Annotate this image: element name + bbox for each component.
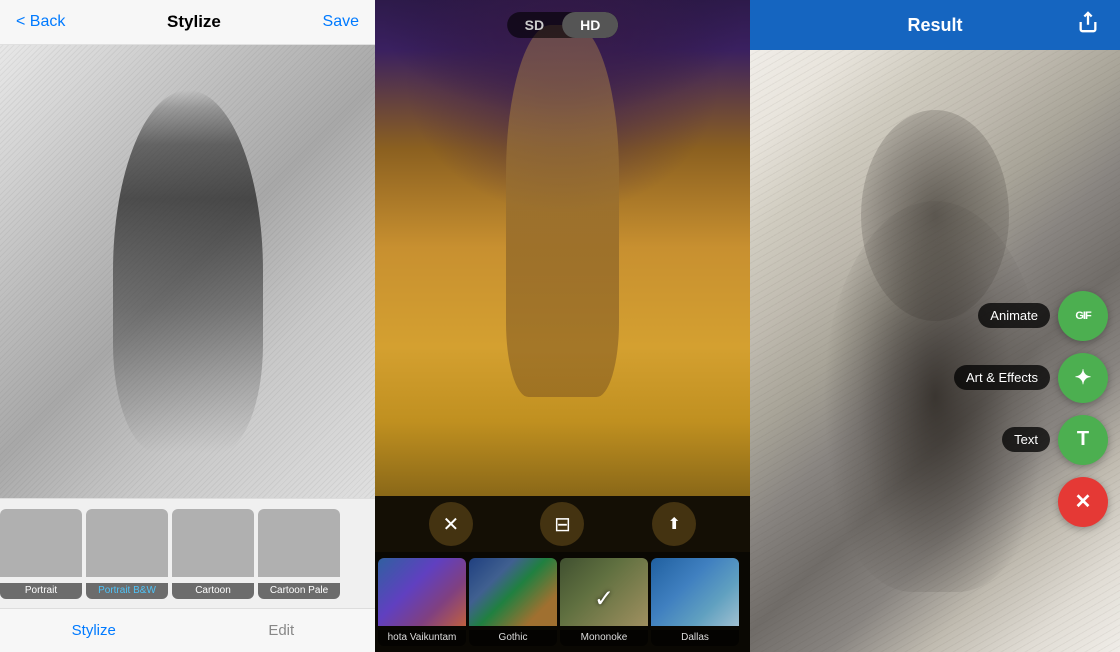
art-filter-mononoke-label: Mononoke: [560, 630, 648, 646]
filter-cartoon-pale[interactable]: Cartoon Pale: [258, 509, 340, 599]
text-button[interactable]: T: [1058, 415, 1108, 465]
animate-button[interactable]: GIF: [1058, 291, 1108, 341]
result-title: Result: [798, 15, 1072, 36]
tab-stylize[interactable]: Stylize: [0, 609, 188, 652]
art-effects-button[interactable]: ✦: [1058, 353, 1108, 403]
result-share-button[interactable]: [1072, 9, 1104, 41]
art-filter-panel: SD HD ✕ ⊟ ⬆ hota Vaikuntam Gothic ✓ Mono…: [375, 0, 750, 652]
sketch-preview: [0, 45, 375, 498]
art-filter-gothic-label: Gothic: [469, 630, 557, 646]
text-icon: T: [1077, 428, 1089, 451]
filter-cartoon-pale-label: Cartoon Pale: [258, 583, 340, 599]
fab-container: Animate GIF Art & Effects ✦ Text T ✕: [954, 291, 1108, 527]
filter-portrait-bw-label: Portrait B&W: [86, 583, 168, 599]
filter-cartoon[interactable]: Cartoon: [172, 509, 254, 599]
back-button[interactable]: < Back: [16, 13, 65, 31]
share-icon: [1077, 11, 1099, 39]
selected-checkmark: ✓: [594, 585, 614, 614]
quality-sd[interactable]: SD: [507, 12, 562, 38]
text-label: Text: [1002, 427, 1050, 452]
close-icon: ✕: [1075, 489, 1092, 514]
filter-cartoon-label: Cartoon: [172, 583, 254, 599]
tab-edit[interactable]: Edit: [188, 609, 376, 652]
share-icon: ⬆: [667, 514, 680, 534]
art-action-bar: ✕ ⊟ ⬆: [375, 496, 750, 552]
close-button[interactable]: ✕: [429, 502, 473, 546]
fab-animate-item: Animate GIF: [954, 291, 1108, 341]
art-filter-mononoke[interactable]: ✓ Mononoke: [560, 558, 648, 646]
gif-icon: GIF: [1075, 310, 1090, 322]
top-bar: < Back Stylize Save: [0, 0, 375, 45]
art-effects-label: Art & Effects: [954, 365, 1050, 390]
animate-label: Animate: [978, 303, 1050, 328]
quality-bar: SD HD: [507, 12, 619, 38]
sliders-icon: ⊟: [554, 512, 571, 537]
sparkle-icon: ✦: [1075, 365, 1092, 390]
art-preview: SD HD: [375, 0, 750, 496]
art-filter-vaikuntam-label: hota Vaikuntam: [378, 630, 466, 646]
result-panel: Result Animate GIF: [750, 0, 1120, 652]
filter-portrait-bw[interactable]: Portrait B&W: [86, 509, 168, 599]
sliders-button[interactable]: ⊟: [540, 502, 584, 546]
art-filter-gothic[interactable]: Gothic: [469, 558, 557, 646]
quality-hd[interactable]: HD: [562, 12, 618, 38]
art-filter-scroll: hota Vaikuntam Gothic ✓ Mononoke Dallas: [375, 552, 750, 652]
fab-art-effects-item: Art & Effects ✦: [954, 353, 1108, 403]
fab-close-item: ✕: [954, 477, 1108, 527]
fab-text-item: Text T: [954, 415, 1108, 465]
bottom-tabs: Stylize Edit: [0, 608, 375, 652]
result-image-area: Animate GIF Art & Effects ✦ Text T ✕: [750, 50, 1120, 652]
close-fab-button[interactable]: ✕: [1058, 477, 1108, 527]
filter-portrait[interactable]: Portrait: [0, 509, 82, 599]
share-button[interactable]: ⬆: [652, 502, 696, 546]
art-filter-dallas-label: Dallas: [651, 630, 739, 646]
save-button[interactable]: Save: [323, 13, 359, 31]
art-filter-dallas[interactable]: Dallas: [651, 558, 739, 646]
close-icon: ✕: [442, 512, 459, 537]
page-title: Stylize: [167, 12, 221, 32]
art-filter-vaikuntam[interactable]: hota Vaikuntam: [378, 558, 466, 646]
result-header: Result: [750, 0, 1120, 50]
stylize-panel: < Back Stylize Save Portrait Portrait B&…: [0, 0, 375, 652]
style-filter-strip: Portrait Portrait B&W Cartoon Cartoon Pa…: [0, 498, 375, 608]
filter-portrait-label: Portrait: [0, 583, 82, 599]
